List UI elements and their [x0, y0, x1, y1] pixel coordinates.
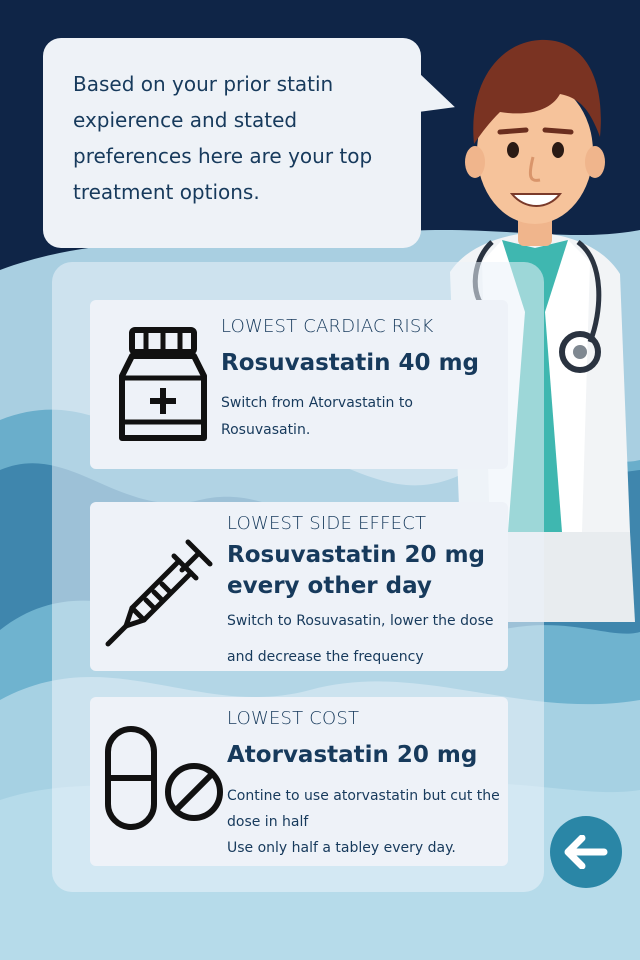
option-card-side-effect[interactable]: LOWEST SIDE EFFECT Rosuvastatin 20 mg ev…: [90, 502, 508, 671]
back-button[interactable]: [550, 816, 622, 888]
medicine-bottle-icon: [119, 327, 207, 441]
option-label: LOWEST CARDIAC RISK: [221, 316, 434, 337]
option-description: Switch to Rosuvasatin, lower the dose an…: [227, 613, 494, 665]
option-description: Contine to use atorvastatin but cut the …: [227, 788, 500, 856]
option-title: Rosuvastatin 40 mg: [221, 350, 479, 376]
option-label: LOWEST COST: [227, 708, 360, 729]
option-label: LOWEST SIDE EFFECT: [227, 513, 427, 534]
option-title: Atorvastatin 20 mg: [227, 742, 478, 768]
speech-bubble: Based on your prior statin expierence an…: [43, 38, 421, 248]
option-title: Rosuvastatin 20 mg every other day: [227, 542, 485, 599]
pill-capsule-icon: [105, 726, 223, 830]
arrow-left-icon: [564, 835, 608, 869]
syringe-icon: [105, 539, 213, 647]
option-card-cost[interactable]: LOWEST COST Atorvastatin 20 mg Contine t…: [90, 697, 508, 866]
speech-bubble-text: Based on your prior statin expierence an…: [73, 72, 373, 204]
option-card-cardiac[interactable]: LOWEST CARDIAC RISK Rosuvastatin 40 mg S…: [90, 300, 508, 469]
option-description: Switch from Atorvastatin to Rosuvasatin.: [221, 395, 413, 438]
